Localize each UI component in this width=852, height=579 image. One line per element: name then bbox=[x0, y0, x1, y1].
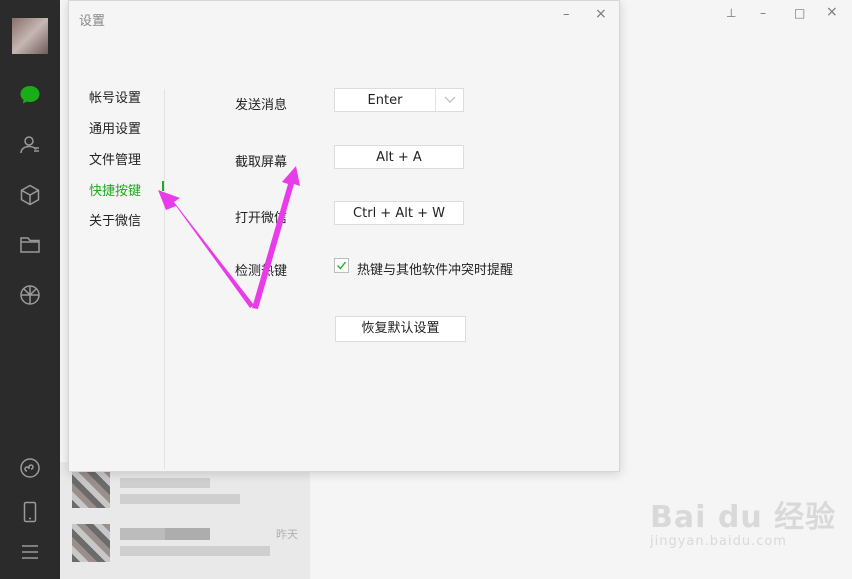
window-maximize-button[interactable]: □ bbox=[794, 6, 805, 20]
settings-dialog: 设置 – × 帐号设置 通用设置 文件管理 快捷按键 关于微信 发送消息 Ent… bbox=[68, 0, 620, 472]
nav-item-general[interactable]: 通用设置 bbox=[89, 118, 141, 137]
pin-button[interactable]: ⊥ bbox=[726, 6, 736, 20]
nav-item-files[interactable]: 文件管理 bbox=[89, 149, 141, 168]
contacts-icon[interactable] bbox=[18, 133, 42, 157]
chat-icon[interactable] bbox=[18, 83, 42, 107]
send-message-label: 发送消息 bbox=[235, 98, 288, 113]
send-message-value: Enter bbox=[367, 93, 403, 108]
nav-item-shortcuts[interactable]: 快捷按键 bbox=[89, 180, 141, 199]
menu-icon[interactable] bbox=[18, 540, 42, 564]
dialog-minimize-button[interactable]: – bbox=[563, 7, 570, 22]
collection-icon[interactable] bbox=[18, 183, 42, 207]
chevron-down-icon[interactable] bbox=[435, 89, 465, 111]
send-message-select[interactable]: Enter bbox=[334, 88, 464, 112]
phone-icon[interactable] bbox=[18, 500, 42, 524]
list-item[interactable]: 昨天 bbox=[60, 520, 310, 576]
mini-program-icon[interactable] bbox=[18, 456, 42, 480]
detect-hotkey-label: 检测热键 bbox=[235, 264, 288, 279]
screenshot-hotkey-field[interactable]: Alt + A bbox=[334, 145, 464, 169]
nav-divider bbox=[164, 89, 165, 469]
reset-defaults-button[interactable]: 恢复默认设置 bbox=[335, 316, 466, 342]
hotkey-conflict-checkbox[interactable] bbox=[334, 258, 349, 273]
baidu-jingyan-watermark: Bai du 经验 jingyan.baidu.com bbox=[650, 500, 837, 549]
nav-item-about[interactable]: 关于微信 bbox=[89, 210, 141, 229]
open-wechat-hotkey-field[interactable]: Ctrl + Alt + W bbox=[334, 201, 464, 225]
list-item[interactable] bbox=[60, 464, 310, 520]
chat-list: 昨天 bbox=[60, 462, 310, 579]
dialog-title: 设置 bbox=[79, 14, 106, 29]
moments-icon[interactable] bbox=[18, 283, 42, 307]
chat-time: 昨天 bbox=[276, 528, 298, 541]
nav-item-account[interactable]: 帐号设置 bbox=[89, 87, 141, 106]
dialog-close-button[interactable]: × bbox=[595, 6, 607, 22]
open-wechat-label: 打开微信 bbox=[235, 211, 288, 226]
window-minimize-button[interactable]: – bbox=[760, 6, 766, 20]
sidebar bbox=[0, 0, 60, 579]
folder-icon[interactable] bbox=[18, 233, 42, 257]
window-close-button[interactable]: × bbox=[826, 4, 838, 20]
avatar[interactable] bbox=[12, 18, 48, 54]
screenshot-label: 截取屏幕 bbox=[235, 155, 288, 170]
hotkey-conflict-checkbox-label[interactable]: 热键与其他软件冲突时提醒 bbox=[357, 259, 513, 278]
